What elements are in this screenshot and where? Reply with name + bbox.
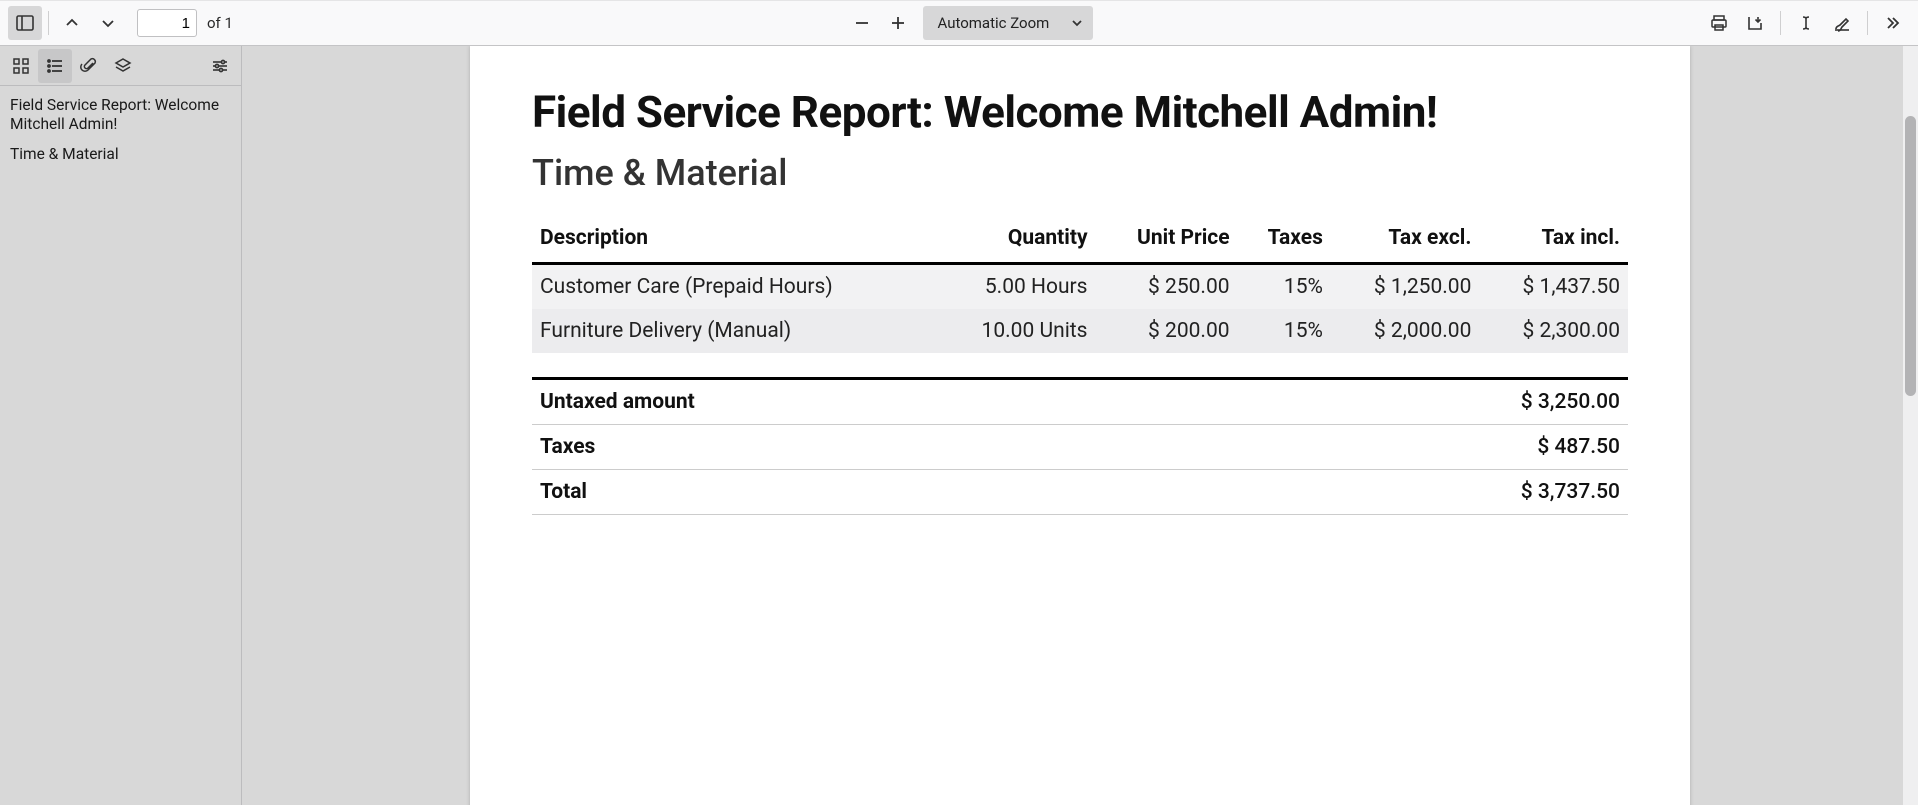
- more-tools-button[interactable]: [1876, 6, 1910, 40]
- chevron-down-icon: [1071, 17, 1083, 29]
- taxes-label: Taxes: [532, 425, 1186, 470]
- download-button[interactable]: [1738, 6, 1772, 40]
- text-cursor-icon: [1797, 14, 1815, 32]
- cell-tax-excl: $ 2,000.00: [1331, 309, 1480, 353]
- chevrons-right-icon: [1885, 15, 1901, 31]
- zoom-in-button[interactable]: [881, 6, 915, 40]
- total-value: $ 3,737.50: [1186, 470, 1628, 515]
- col-description: Description: [532, 216, 936, 264]
- col-tax-excl: Tax excl.: [1331, 216, 1480, 264]
- minus-icon: [854, 15, 870, 31]
- outline-sidebar: Field Service Report: Welcome Mitchell A…: [0, 46, 242, 805]
- print-icon: [1710, 14, 1728, 32]
- pdf-toolbar: of 1 Automatic Zoom: [0, 0, 1918, 46]
- next-page-button[interactable]: [91, 6, 125, 40]
- totals-row-total: Total $ 3,737.50: [532, 470, 1628, 515]
- totals-row-untaxed: Untaxed amount $ 3,250.00: [532, 379, 1628, 425]
- draw-tool-button[interactable]: [1825, 6, 1859, 40]
- prev-page-button[interactable]: [55, 6, 89, 40]
- taxes-value: $ 487.50: [1186, 425, 1628, 470]
- outline-item[interactable]: Field Service Report: Welcome Mitchell A…: [10, 92, 231, 139]
- document-title: Field Service Report: Welcome Mitchell A…: [532, 86, 1628, 138]
- thumbnails-icon: [12, 57, 30, 75]
- cell-tax-incl: $ 1,437.50: [1479, 264, 1628, 310]
- untaxed-value: $ 3,250.00: [1186, 379, 1628, 425]
- zoom-select[interactable]: Automatic Zoom: [923, 6, 1093, 40]
- table-row: Furniture Delivery (Manual) 10.00 Units …: [532, 309, 1628, 353]
- page-number-input[interactable]: [137, 9, 197, 37]
- thumbnails-tab[interactable]: [4, 49, 38, 83]
- pdf-page: Field Service Report: Welcome Mitchell A…: [470, 46, 1690, 805]
- toolbar-right-group: [1702, 6, 1910, 40]
- cell-unit-price: $ 200.00: [1096, 309, 1238, 353]
- col-taxes: Taxes: [1238, 216, 1331, 264]
- cell-quantity: 5.00 Hours: [936, 264, 1096, 310]
- layers-icon: [114, 57, 132, 75]
- download-icon: [1746, 14, 1764, 32]
- untaxed-label: Untaxed amount: [532, 379, 1186, 425]
- outline-item[interactable]: Time & Material: [10, 141, 231, 168]
- cell-taxes: 15%: [1238, 264, 1331, 310]
- plus-icon: [890, 15, 906, 31]
- chevron-up-icon: [65, 16, 79, 30]
- total-label: Total: [532, 470, 1186, 515]
- cell-taxes: 15%: [1238, 309, 1331, 353]
- line-items-table: Description Quantity Unit Price Taxes Ta…: [532, 216, 1628, 353]
- layers-tab[interactable]: [106, 49, 140, 83]
- sidebar-toggle-icon: [16, 14, 34, 32]
- outline-list: Field Service Report: Welcome Mitchell A…: [0, 86, 241, 178]
- pen-icon: [1833, 14, 1851, 32]
- outline-icon: [46, 57, 64, 75]
- toolbar-separator: [1780, 11, 1781, 35]
- table-row: Customer Care (Prepaid Hours) 5.00 Hours…: [532, 264, 1628, 310]
- pdf-viewer[interactable]: Field Service Report: Welcome Mitchell A…: [242, 46, 1918, 805]
- print-button[interactable]: [1702, 6, 1736, 40]
- text-select-tool-button[interactable]: [1789, 6, 1823, 40]
- page-nav-group: of 1: [55, 6, 237, 40]
- zoom-select-label: Automatic Zoom: [937, 14, 1049, 32]
- toolbar-separator: [48, 11, 49, 35]
- page-of-label: of 1: [207, 14, 233, 32]
- cell-quantity: 10.00 Units: [936, 309, 1096, 353]
- zoom-out-button[interactable]: [845, 6, 879, 40]
- outline-tab[interactable]: [38, 49, 72, 83]
- cell-tax-excl: $ 1,250.00: [1331, 264, 1480, 310]
- totals-table: Untaxed amount $ 3,250.00 Taxes $ 487.50…: [532, 377, 1628, 515]
- cell-tax-incl: $ 2,300.00: [1479, 309, 1628, 353]
- attachments-tab[interactable]: [72, 49, 106, 83]
- zoom-group: Automatic Zoom: [845, 6, 1093, 40]
- outline-settings-button[interactable]: [203, 49, 237, 83]
- scrollbar-thumb[interactable]: [1905, 116, 1916, 396]
- chevron-down-icon: [101, 16, 115, 30]
- sliders-icon: [211, 57, 229, 75]
- cell-description: Furniture Delivery (Manual): [532, 309, 936, 353]
- toggle-sidebar-button[interactable]: [8, 6, 42, 40]
- section-heading: Time & Material: [532, 152, 1628, 194]
- col-tax-incl: Tax incl.: [1479, 216, 1628, 264]
- totals-row-taxes: Taxes $ 487.50: [532, 425, 1628, 470]
- scrollbar-track[interactable]: [1903, 46, 1918, 805]
- cell-description: Customer Care (Prepaid Hours): [532, 264, 936, 310]
- table-header-row: Description Quantity Unit Price Taxes Ta…: [532, 216, 1628, 264]
- col-unit-price: Unit Price: [1096, 216, 1238, 264]
- sidebar-tabs: [0, 46, 241, 86]
- paperclip-icon: [80, 57, 98, 75]
- col-quantity: Quantity: [936, 216, 1096, 264]
- cell-unit-price: $ 250.00: [1096, 264, 1238, 310]
- toolbar-separator: [1867, 11, 1868, 35]
